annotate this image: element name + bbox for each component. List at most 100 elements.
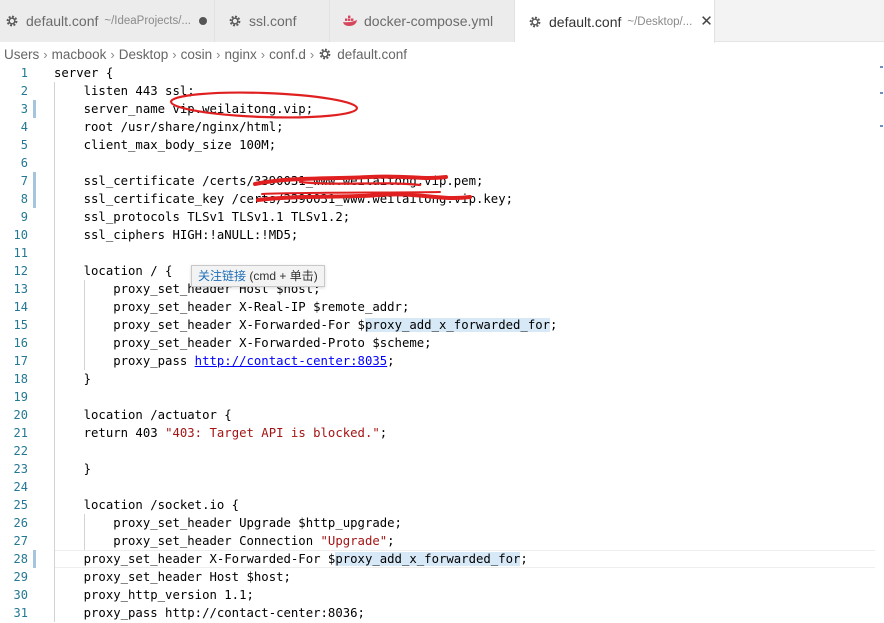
- breadcrumb-separator: ›: [172, 46, 177, 62]
- line-number: 1: [20, 66, 28, 80]
- code-line[interactable]: proxy_set_header Connection "Upgrade";: [54, 532, 394, 550]
- line-number: 8: [20, 192, 28, 206]
- line-number: 15: [13, 318, 28, 332]
- code-line[interactable]: }: [54, 370, 91, 388]
- line-number: 22: [13, 444, 28, 458]
- breadcrumb-separator: ›: [110, 46, 115, 62]
- code-line[interactable]: proxy_http_version 1.1;: [54, 586, 254, 604]
- code-line[interactable]: ssl_certificate /certs/3390031_www.weila…: [54, 172, 484, 190]
- line-number: 6: [20, 156, 28, 170]
- tab-ssl-conf[interactable]: ssl.conf: [215, 0, 330, 42]
- code-line[interactable]: proxy_pass http://contact-center:8035;: [54, 352, 394, 370]
- line-number: 20: [13, 408, 28, 422]
- line-number: 7: [20, 174, 28, 188]
- line-number: 25: [13, 498, 28, 512]
- line-number: 27: [13, 534, 28, 548]
- code-editor[interactable]: 1 2 3 4 5 6 7 8 9 10 11 12 13 14 15 16 17 18 19 20 21 22 23 24 2…: [0, 64, 884, 623]
- tab-path: ~/Desktop/...: [627, 15, 693, 28]
- code-line[interactable]: proxy_set_header X-Forwarded-For $proxy_…: [54, 316, 557, 334]
- gear-icon: [527, 14, 543, 30]
- modified-line-marker: [33, 100, 36, 118]
- code-line[interactable]: return 403 "403: Target API is blocked."…: [54, 424, 388, 442]
- breadcrumb: Users › macbook › Desktop › cosin › nginx › conf.d…: [0, 43, 884, 65]
- line-number: 5: [20, 138, 28, 152]
- code-line[interactable]: listen 443 ssl;: [54, 82, 195, 100]
- line-number: 11: [13, 246, 28, 260]
- line-number: 26: [13, 516, 28, 530]
- tab-default-conf-1[interactable]: default.conf ~/IdeaProjects/...: [0, 0, 215, 42]
- breadcrumb-item[interactable]: macbook: [52, 47, 107, 62]
- line-number: 17: [13, 354, 28, 368]
- close-icon[interactable]: ✕: [700, 14, 713, 29]
- modified-line-marker: [33, 172, 36, 190]
- code-line[interactable]: proxy_set_header Upgrade $http_upgrade;: [54, 514, 402, 532]
- line-number: 10: [13, 228, 28, 242]
- code-line[interactable]: proxy_set_header X-Real-IP $remote_addr;: [54, 298, 409, 316]
- breadcrumb-separator: ›: [260, 46, 266, 62]
- scrollbar-marker: [880, 66, 883, 68]
- line-number: 14: [13, 300, 28, 314]
- code-line[interactable]: location / {: [54, 262, 173, 280]
- gear-icon: [318, 47, 332, 61]
- breadcrumb-item[interactable]: Users: [4, 47, 39, 62]
- line-number: 21: [13, 426, 28, 440]
- indent-guide: [83, 514, 85, 550]
- breadcrumb-separator: ›: [43, 46, 48, 62]
- breadcrumb-separator: ›: [309, 46, 315, 62]
- modified-line-marker: [33, 550, 36, 568]
- modified-line-marker: [33, 190, 36, 208]
- breadcrumb-file[interactable]: default.conf: [337, 47, 407, 62]
- tab-docker-compose-yml[interactable]: docker-compose.yml: [330, 0, 515, 42]
- code-line[interactable]: ssl_protocols TLSv1 TLSv1.1 TLSv1.2;: [54, 208, 351, 226]
- tab-path: ~/IdeaProjects/...: [104, 15, 192, 27]
- breadcrumb-item[interactable]: conf.d: [269, 47, 306, 62]
- unsaved-dot-icon: [199, 17, 208, 25]
- tab-bar: default.conf ~/IdeaProjects/... ssl.conf do…: [0, 0, 884, 43]
- breadcrumb-item[interactable]: Desktop: [119, 47, 169, 62]
- tooltip-hint: (cmd + 单击): [246, 269, 318, 283]
- code-line[interactable]: root /usr/share/nginx/html;: [54, 118, 284, 136]
- code-line[interactable]: location /socket.io {: [54, 496, 239, 514]
- indent-guide: [83, 280, 85, 370]
- tab-name: default.conf: [26, 13, 99, 29]
- code-line[interactable]: client_max_body_size 100M;: [54, 136, 277, 154]
- line-number: 2: [20, 84, 28, 98]
- code-line[interactable]: server_name vip.weilaitong.vip;: [54, 100, 314, 118]
- breadcrumb-item[interactable]: cosin: [181, 47, 213, 62]
- gear-icon: [4, 13, 20, 29]
- docker-icon: [342, 13, 358, 29]
- tab-name: docker-compose.yml: [364, 13, 494, 29]
- breadcrumb-item[interactable]: nginx: [224, 47, 256, 62]
- code-line[interactable]: proxy_pass http://contact-center:8036;: [54, 604, 365, 622]
- breadcrumb-separator: ›: [216, 46, 221, 62]
- tooltip-link-label: 关注链接: [198, 269, 247, 283]
- line-number: 13: [13, 282, 28, 296]
- line-number: 30: [13, 588, 28, 602]
- code-line[interactable]: ssl_certificate_key /certs/3390031_www.w…: [54, 190, 513, 208]
- line-number: 23: [13, 462, 28, 476]
- code-line[interactable]: proxy_set_header X-Forwarded-For $proxy_…: [54, 550, 528, 568]
- code-line[interactable]: }: [54, 460, 91, 478]
- tab-default-conf-2[interactable]: default.conf ~/Desktop/... ✕: [515, 0, 715, 43]
- tab-name: default.conf: [549, 13, 622, 30]
- code-line[interactable]: location /actuator {: [54, 406, 232, 424]
- line-number: 19: [13, 390, 28, 404]
- follow-link-tooltip: 关注链接 (cmd + 单击): [191, 265, 325, 287]
- line-number: 24: [13, 480, 28, 494]
- line-number: 18: [13, 372, 28, 386]
- code-line[interactable]: server {: [54, 64, 113, 82]
- line-number: 31: [13, 606, 28, 620]
- line-number: 3: [20, 102, 28, 116]
- line-number: 16: [13, 336, 28, 350]
- line-number: 12: [13, 264, 28, 278]
- code-line[interactable]: proxy_set_header Host $host;: [54, 568, 291, 586]
- line-number: 29: [13, 570, 28, 584]
- indent-guide: [54, 82, 55, 622]
- gear-icon: [227, 13, 243, 29]
- line-number: 28: [13, 552, 28, 566]
- code-line[interactable]: ssl_ciphers HIGH:!aNULL:!MD5;: [54, 226, 299, 244]
- line-number: 9: [20, 210, 28, 224]
- code-line[interactable]: proxy_set_header X-Forwarded-Proto $sche…: [54, 334, 431, 352]
- scrollbar-marker: [880, 125, 883, 127]
- tab-name: ssl.conf: [249, 13, 297, 29]
